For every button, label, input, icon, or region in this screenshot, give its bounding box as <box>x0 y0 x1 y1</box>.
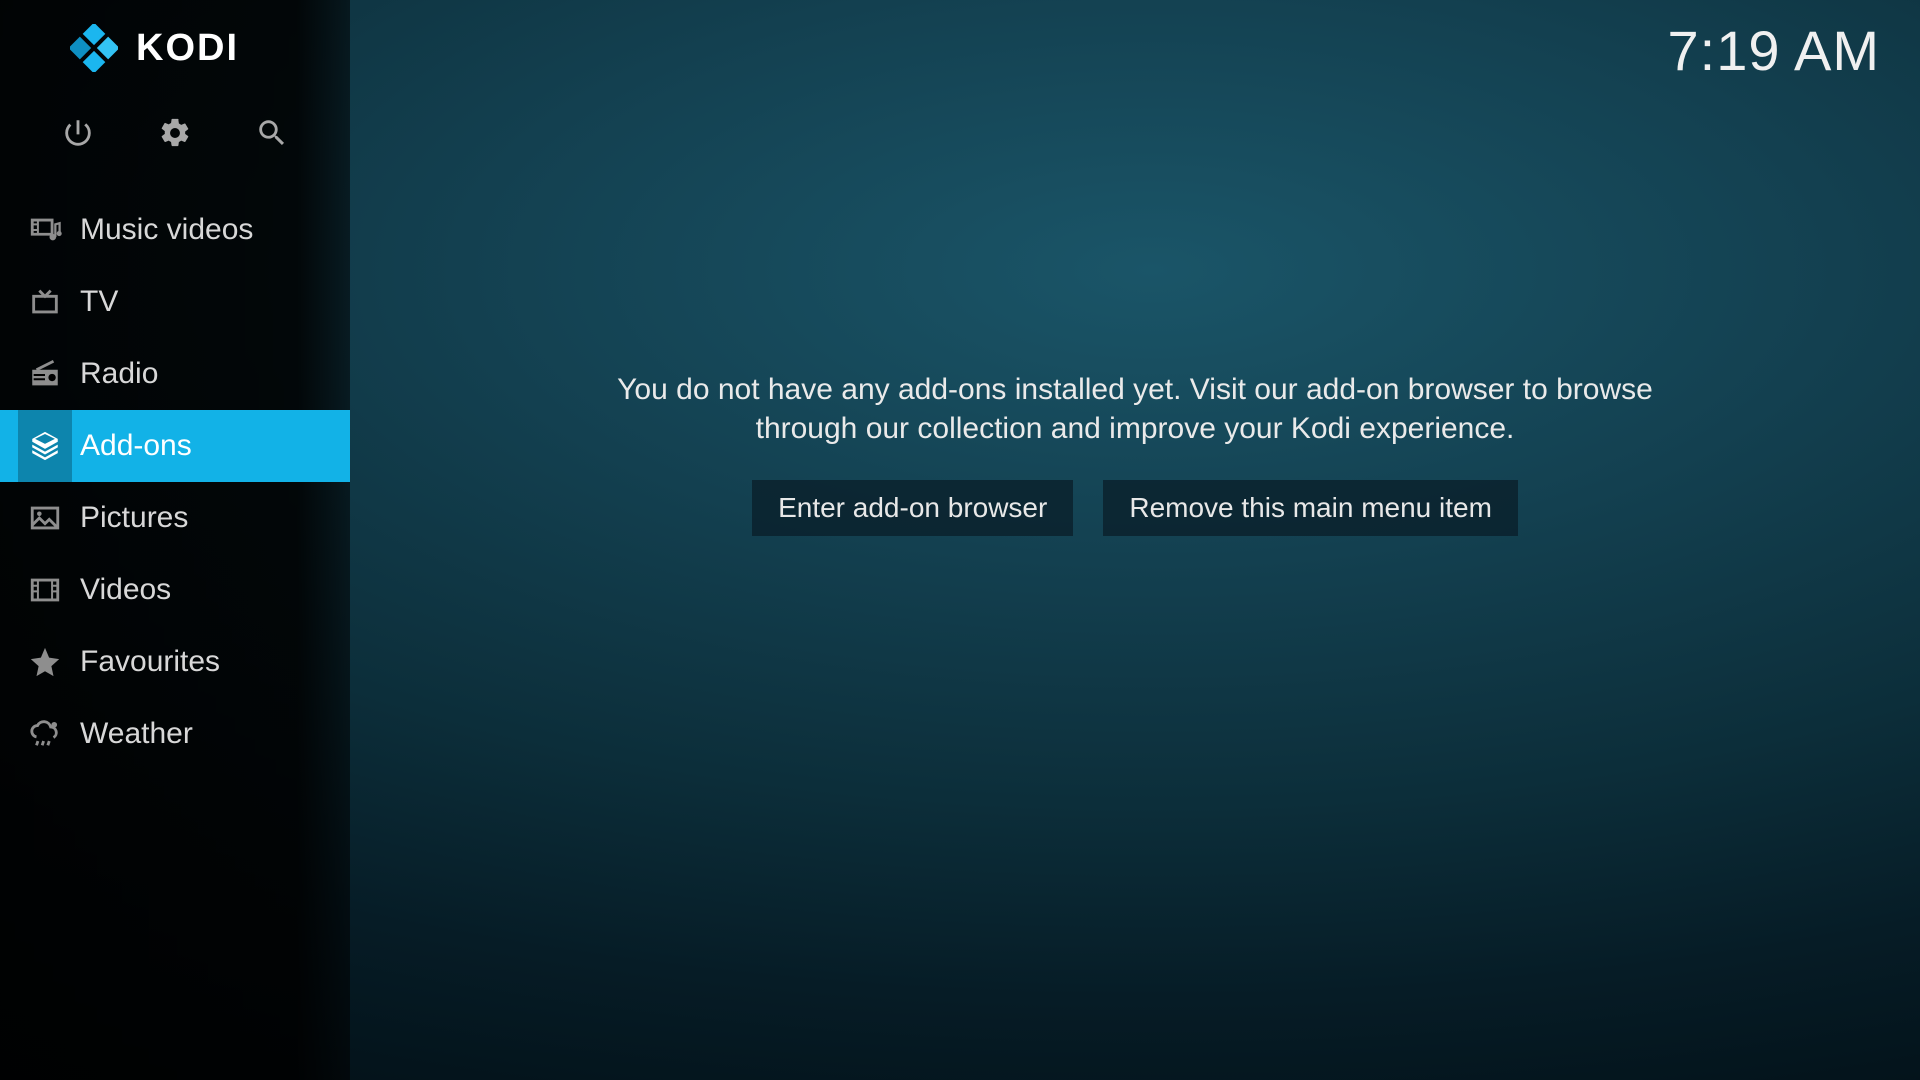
pictures-icon <box>18 482 72 554</box>
kodi-logo-icon <box>70 24 118 72</box>
sidebar-item-label: Videos <box>80 573 171 607</box>
addons-icon <box>18 410 72 482</box>
sidebar-item-label: Weather <box>80 717 193 751</box>
brand-name: KODI <box>136 27 239 70</box>
brand-logo[interactable]: KODI <box>0 0 350 92</box>
empty-state-message: You do not have any add-ons installed ye… <box>585 370 1685 448</box>
search-button[interactable] <box>237 110 307 160</box>
settings-button[interactable] <box>140 110 210 160</box>
weather-icon <box>18 698 72 770</box>
sidebar-item-radio[interactable]: Radio <box>0 338 350 410</box>
sidebar-item-label: Add-ons <box>80 429 192 463</box>
sidebar: KODI Music videos <box>0 0 350 1080</box>
sidebar-item-favourites[interactable]: Favourites <box>0 626 350 698</box>
gear-icon <box>158 116 192 155</box>
star-icon <box>18 626 72 698</box>
sidebar-item-label: Favourites <box>80 645 220 679</box>
power-icon <box>61 116 95 155</box>
sidebar-item-label: Music videos <box>80 213 253 247</box>
utility-row <box>0 92 350 194</box>
tv-icon <box>18 266 72 338</box>
content-area: You do not have any add-ons installed ye… <box>350 0 1920 1080</box>
sidebar-item-tv[interactable]: TV <box>0 266 350 338</box>
sidebar-item-addons[interactable]: Add-ons <box>0 410 350 482</box>
sidebar-item-music-videos[interactable]: Music videos <box>0 194 350 266</box>
sidebar-item-pictures[interactable]: Pictures <box>0 482 350 554</box>
sidebar-item-videos[interactable]: Videos <box>0 554 350 626</box>
music-video-icon <box>18 194 72 266</box>
radio-icon <box>18 338 72 410</box>
action-button-row: Enter add-on browser Remove this main me… <box>752 480 1518 536</box>
sidebar-item-label: TV <box>80 285 118 319</box>
search-icon <box>255 116 289 155</box>
sidebar-item-weather[interactable]: Weather <box>0 698 350 770</box>
sidebar-item-label: Radio <box>80 357 158 391</box>
main-menu: Music videos TV Radio Add-ons Pictures <box>0 194 350 770</box>
videos-icon <box>18 554 72 626</box>
remove-menu-item-button[interactable]: Remove this main menu item <box>1103 480 1518 536</box>
enter-addon-browser-button[interactable]: Enter add-on browser <box>752 480 1073 536</box>
sidebar-item-label: Pictures <box>80 501 188 535</box>
power-button[interactable] <box>43 110 113 160</box>
